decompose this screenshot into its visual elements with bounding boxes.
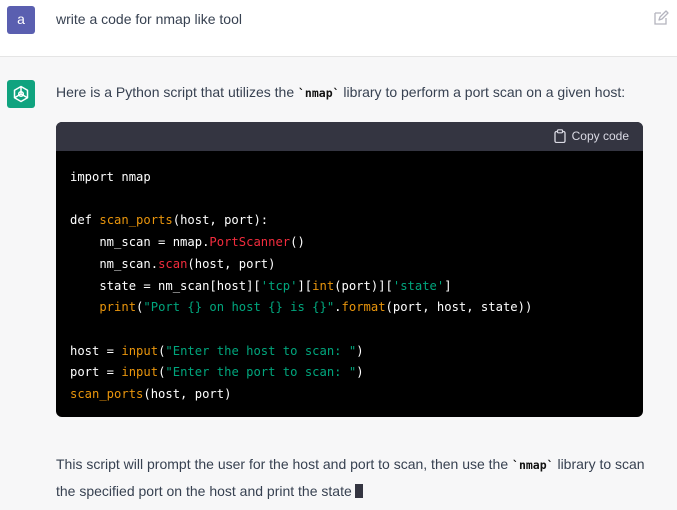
code-block: Copy code import nmap def scan_ports(hos… [56, 122, 643, 417]
user-message-text: write a code for nmap like tool [56, 11, 242, 27]
edit-icon[interactable] [653, 10, 669, 26]
assistant-intro-text: Here is a Python script that utilizes th… [56, 84, 626, 100]
openai-logo-icon [13, 85, 29, 103]
code-block-header: Copy code [56, 122, 643, 151]
code-content: import nmap def scan_ports(host, port): … [70, 170, 533, 402]
clipboard-icon [553, 129, 566, 143]
user-message-row: a write a code for nmap like tool [0, 0, 677, 57]
copy-code-button[interactable]: Copy code [553, 129, 629, 143]
inline-code-nmap: `nmap` [512, 458, 554, 472]
assistant-message-row: Here is a Python script that utilizes th… [0, 57, 677, 510]
typing-cursor [354, 484, 363, 498]
inline-code-nmap: `nmap` [298, 86, 340, 100]
user-avatar: a [7, 6, 35, 34]
copy-code-label: Copy code [571, 129, 629, 143]
assistant-outro-text: This script will prompt the user for the… [56, 456, 645, 499]
assistant-avatar [7, 80, 35, 108]
